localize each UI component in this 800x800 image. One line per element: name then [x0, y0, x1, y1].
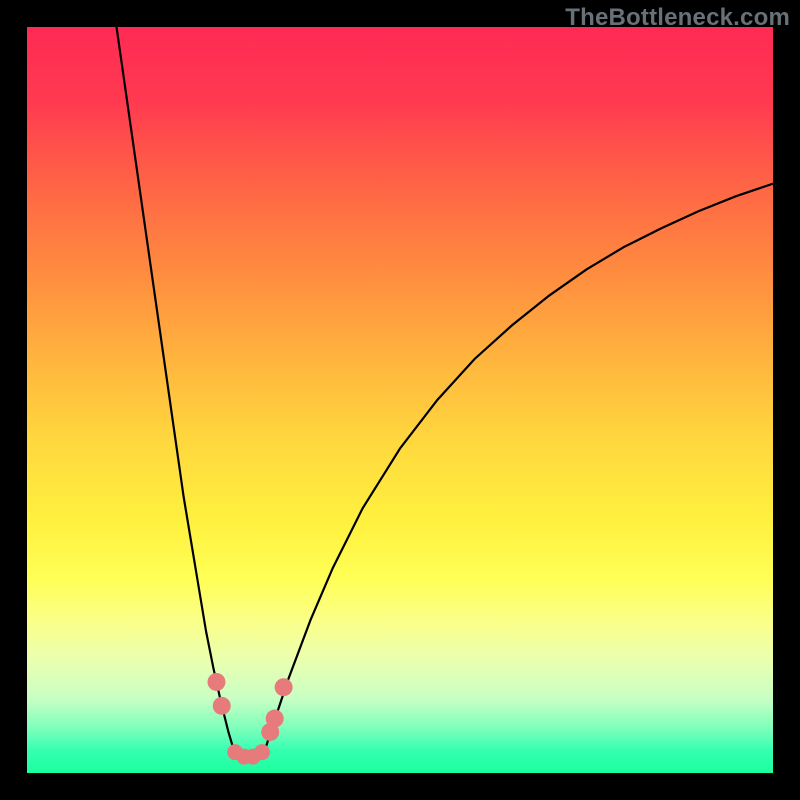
marker-7 [266, 710, 284, 728]
marker-1 [213, 697, 231, 715]
marker-0 [207, 673, 225, 691]
plot-area [27, 27, 773, 773]
curve-right-branch [264, 184, 773, 752]
marker-8 [275, 678, 293, 696]
curve-layer [27, 27, 773, 773]
curve-left-branch [117, 27, 235, 752]
chart-frame: TheBottleneck.com [0, 0, 800, 800]
marker-5 [254, 744, 270, 760]
watermark-text: TheBottleneck.com [565, 4, 790, 32]
